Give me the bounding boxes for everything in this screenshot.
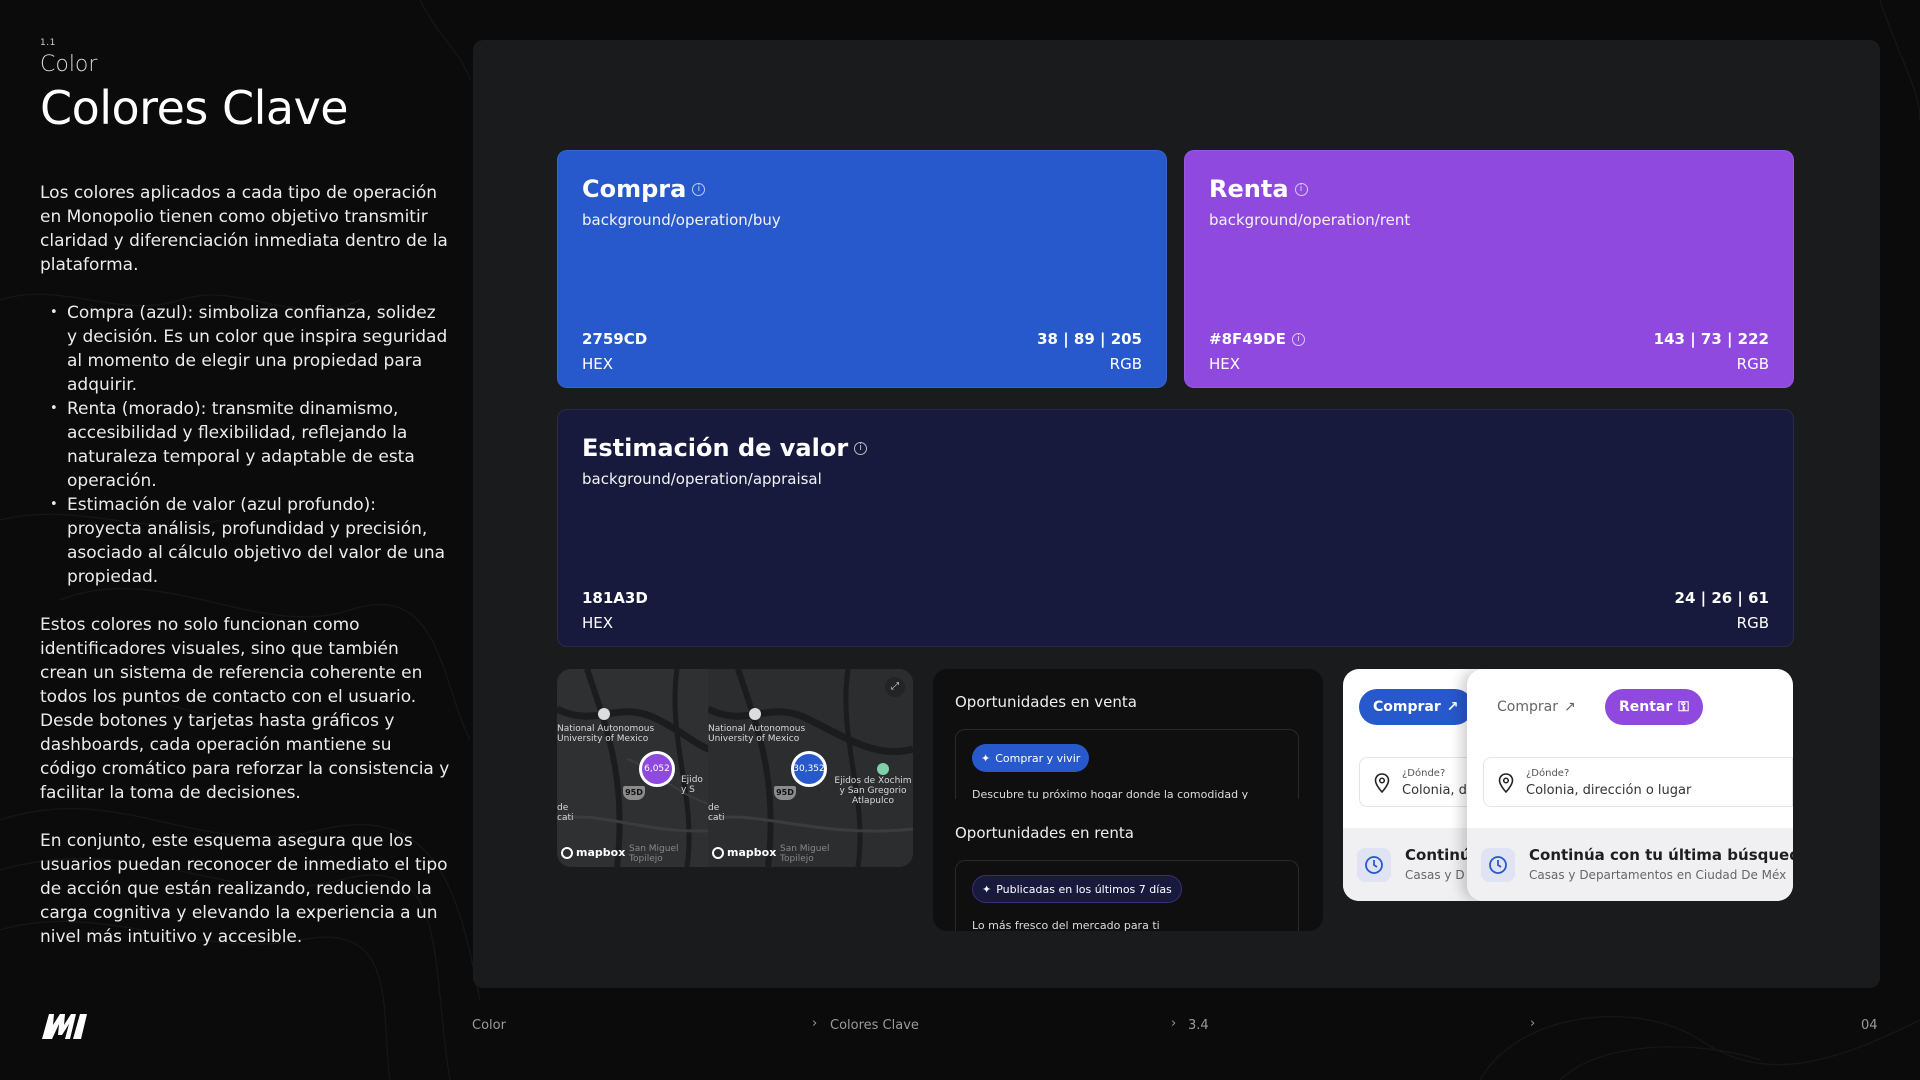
key-icon: ⚿ [1678, 699, 1689, 715]
page-number: 04 [1861, 1018, 1878, 1033]
location-pin-icon [1374, 773, 1390, 793]
sale-description: Descubre tu próximo hogar donde la comod… [972, 788, 1249, 799]
sparkle-icon: ✦ [981, 751, 991, 765]
chip-last-7-days[interactable]: ✦ Publicadas en los últimos 7 días [972, 875, 1182, 903]
swatch-appraisal-title: Estimación de valor i [582, 434, 1769, 462]
footer-crumb-section: Color [472, 1018, 506, 1033]
buy-toggle[interactable]: Comprar ↗ [1483, 689, 1590, 725]
info-icon[interactable]: i [854, 441, 868, 455]
swatch-rent-hex: #8F49DE i [1209, 330, 1305, 348]
bullet-appraisal: Estimación de valor (azul profundo): pro… [40, 493, 450, 589]
swatch-buy-title: Compra i [582, 175, 1142, 203]
bullet-buy: Compra (azul): simboliza confianza, soli… [40, 301, 450, 397]
rgb-label: RGB [1736, 614, 1769, 632]
map-place-label: Ejidos de Xochim y San Gregorio Atlapulc… [834, 776, 912, 806]
map-place-label: National Autonomous University of Mexico [708, 724, 806, 744]
rgb-label: RGB [1736, 355, 1769, 373]
rent-card[interactable]: ✦ Publicadas en los últimos 7 días Lo má… [955, 860, 1299, 931]
system-paragraph: Estos colores no solo funcionan como ide… [40, 615, 450, 803]
history-icon [1481, 848, 1515, 882]
trend-up-icon: ↗ [1446, 699, 1459, 715]
hex-label: HEX [582, 614, 614, 632]
mapbox-logo: mapbox [712, 846, 776, 859]
search-thumbnail: Comprar ↗ ¿Dónde? Colonia, dir Continú Ca… [1343, 669, 1793, 901]
swatch-buy-rgb: 38 | 89 | 205 [1037, 330, 1142, 348]
rgb-label: RGB [1109, 355, 1142, 373]
section-name: Color [40, 52, 98, 77]
swatch-buy: Compra i background/operation/buy 2759CD… [557, 150, 1167, 388]
info-icon[interactable]: i [1291, 332, 1305, 346]
map-place-label: San Miguel Topilejo [629, 844, 679, 864]
chip-buy-and-live[interactable]: ✦ Comprar y vivir [972, 744, 1090, 772]
info-icon[interactable]: i [692, 182, 706, 196]
swatch-rent-token: background/operation/rent [1209, 211, 1411, 229]
map-place-label: de cati [557, 803, 574, 823]
buy-toggle-active[interactable]: Comprar ↗ [1359, 689, 1473, 725]
swatch-rent-rgb: 143 | 73 | 222 [1653, 330, 1769, 348]
recent-search[interactable]: Continúa con tu última búsqueda Casas y … [1467, 828, 1793, 901]
swatch-appraisal-hex: 181A3D [582, 589, 648, 607]
sale-section-title: Oportunidades en venta [955, 693, 1137, 711]
opportunities-thumbnail: Oportunidades en venta ✦ Comprar y vivir… [933, 669, 1323, 931]
map-place-label: San Miguel Topilejo [780, 844, 830, 864]
brand-logo-icon [42, 1014, 87, 1039]
trend-up-icon: ↗ [1563, 699, 1576, 715]
chevron-right-icon: › [812, 1016, 818, 1031]
map-place-label: Ejido y S [681, 775, 703, 795]
intro-paragraph: Los colores aplicados a cada tipo de ope… [40, 183, 448, 275]
color-bullet-list: Compra (azul): simboliza confianza, soli… [40, 301, 450, 589]
chevron-right-icon: › [1530, 1016, 1536, 1031]
map-cluster-pin[interactable]: 6,052 [639, 751, 675, 787]
search-card-rent: Comprar ↗ Rentar ⚿ ¿Dónde? Colonia, direcc… [1467, 669, 1793, 901]
highway-shield: 95D [623, 786, 645, 800]
swatch-buy-token: background/operation/buy [582, 211, 781, 229]
swatch-appraisal: Estimación de valor i background/operati… [557, 409, 1794, 647]
highway-shield: 95D [774, 786, 796, 800]
expand-icon[interactable]: ⤢ [885, 677, 905, 697]
bullet-rent: Renta (morado): transmite dinamismo, acc… [40, 397, 450, 493]
map-place-label: de cati [708, 803, 725, 823]
location-pin-icon [1498, 773, 1514, 793]
info-icon[interactable]: i [1294, 182, 1308, 196]
rent-section-title: Oportunidades en renta [955, 824, 1134, 842]
page-title: Colores Clave [40, 81, 349, 135]
hex-label: HEX [582, 355, 614, 373]
rent-description: Lo más fresco del mercado para ti [972, 919, 1160, 931]
swatch-buy-hex: 2759CD [582, 330, 648, 348]
map-thumbnail: National Autonomous University of Mexico… [557, 669, 913, 867]
mapbox-logo: mapbox [561, 846, 625, 859]
section-number: 1.1 [40, 38, 56, 48]
swatch-rent-title: Renta i [1209, 175, 1769, 203]
swatch-appraisal-rgb: 24 | 26 | 61 [1674, 589, 1769, 607]
map-cluster-pin[interactable]: 30,352 [791, 751, 827, 787]
chevron-right-icon: › [1171, 1016, 1177, 1031]
history-icon [1357, 848, 1391, 882]
swatch-rent: Renta i background/operation/rent #8F49D… [1184, 150, 1794, 388]
hex-label: HEX [1209, 355, 1241, 373]
rent-toggle-active[interactable]: Rentar ⚿ [1605, 689, 1703, 725]
summary-paragraph: En conjunto, este esquema asegura que lo… [40, 831, 448, 947]
where-field[interactable]: ¿Dónde? Colonia, dirección o lugar [1483, 757, 1793, 807]
map-place-label: National Autonomous University of Mexico [557, 724, 655, 744]
footer-crumb-number: 3.4 [1188, 1018, 1209, 1033]
footer-crumb-title: Colores Clave [830, 1018, 919, 1033]
sale-card[interactable]: ✦ Comprar y vivir Descubre tu próximo ho… [955, 729, 1299, 799]
map-rent[interactable]: National Autonomous University of Mexico… [708, 669, 913, 867]
swatch-appraisal-token: background/operation/appraisal [582, 470, 822, 488]
sparkle-icon: ✦ [982, 882, 992, 896]
text-column: 1.1 Color Colores Clave Los colores apli… [40, 38, 450, 949]
